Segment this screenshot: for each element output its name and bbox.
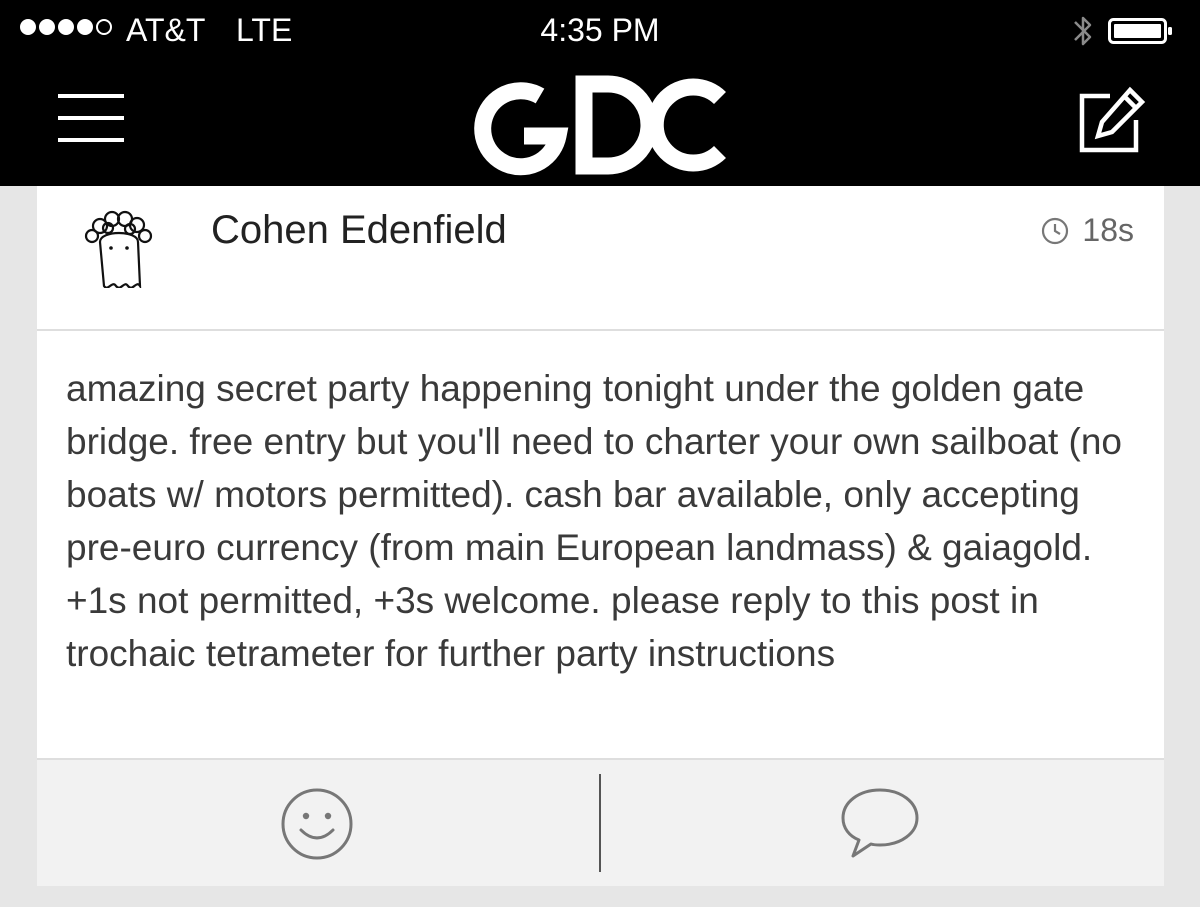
- post-age: 18s: [1082, 212, 1134, 248]
- post-body-text: amazing secret party happening tonight u…: [66, 368, 1122, 674]
- post-author-name[interactable]: Cohen Edenfield: [211, 208, 507, 253]
- app-header: [0, 62, 1200, 186]
- gdc-logo[interactable]: [470, 70, 730, 180]
- status-bar: AT&T LTE 4:35 PM: [0, 0, 1200, 62]
- post-header: Cohen Edenfield 18s: [37, 186, 1164, 331]
- ghost-avatar[interactable]: [78, 206, 160, 288]
- action-divider: [599, 774, 601, 872]
- post-actions-bar: [37, 758, 1164, 886]
- battery-icon: [1108, 18, 1172, 44]
- hamburger-menu-icon[interactable]: [58, 94, 124, 150]
- speech-bubble-icon[interactable]: [837, 782, 923, 862]
- bluetooth-icon: [1074, 16, 1092, 46]
- post-card: Cohen Edenfield 18s amazing secret party…: [37, 186, 1164, 886]
- clock-icon: [1042, 217, 1069, 244]
- post-timestamp: 18s: [1040, 212, 1134, 249]
- compose-icon[interactable]: [1074, 86, 1146, 158]
- smiley-icon[interactable]: [277, 784, 357, 864]
- status-time: 4:35 PM: [540, 12, 660, 48]
